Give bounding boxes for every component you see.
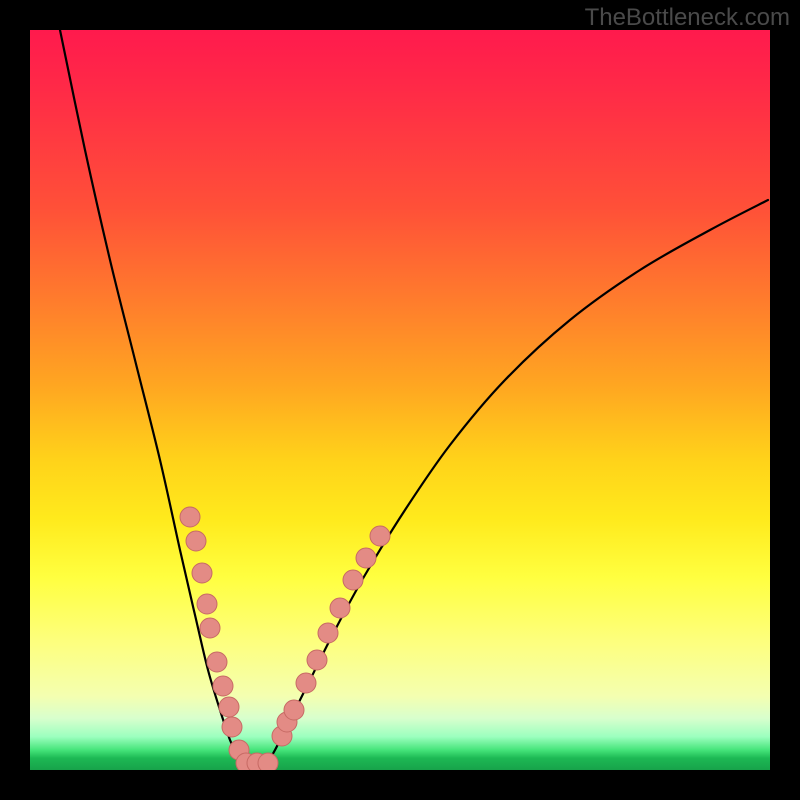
marker-dot bbox=[307, 650, 327, 670]
marker-dot bbox=[180, 507, 200, 527]
marker-dot bbox=[213, 676, 233, 696]
marker-dot bbox=[207, 652, 227, 672]
watermark-text: TheBottleneck.com bbox=[585, 4, 790, 32]
marker-dot bbox=[219, 697, 239, 717]
marker-dot bbox=[284, 700, 304, 720]
marker-dot bbox=[192, 563, 212, 583]
marker-dot bbox=[222, 717, 242, 737]
marker-dots-group bbox=[180, 507, 390, 770]
plot-area bbox=[30, 30, 770, 770]
marker-dot bbox=[200, 618, 220, 638]
marker-dot bbox=[258, 753, 278, 770]
marker-dot bbox=[197, 594, 217, 614]
marker-dot bbox=[356, 548, 376, 568]
marker-dot bbox=[318, 623, 338, 643]
curve-group bbox=[60, 30, 768, 767]
marker-dot bbox=[296, 673, 316, 693]
chart-svg bbox=[30, 30, 770, 770]
marker-dot bbox=[186, 531, 206, 551]
marker-dot bbox=[370, 526, 390, 546]
right-curve bbox=[265, 200, 768, 767]
outer-frame: TheBottleneck.com bbox=[0, 0, 800, 800]
marker-dot bbox=[330, 598, 350, 618]
marker-dot bbox=[343, 570, 363, 590]
